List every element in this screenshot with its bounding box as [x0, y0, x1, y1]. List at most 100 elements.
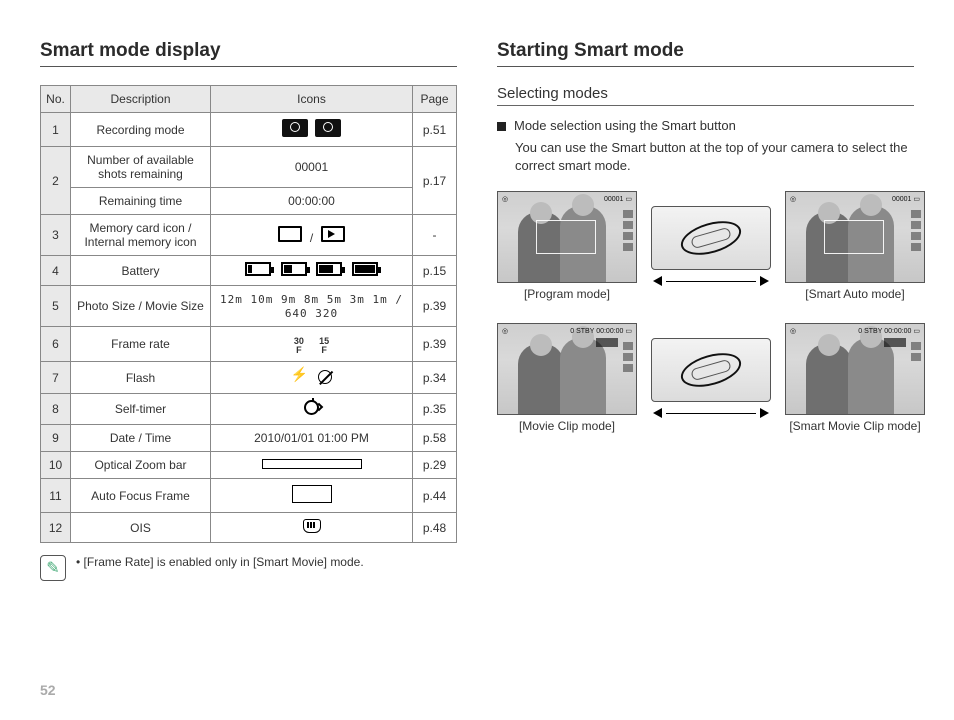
note-row: ✎ • [Frame Rate] is enabled only in [Sma…: [40, 555, 457, 581]
subheading-selecting-modes: Selecting modes: [497, 85, 914, 106]
cell-desc: Memory card icon / Internal memory icon: [71, 215, 211, 256]
self-timer-icon: [304, 400, 319, 415]
cell-desc: Photo Size / Movie Size: [71, 286, 211, 327]
table-row: 2 Number of available shots remaining 00…: [41, 147, 457, 188]
thumbnail-program-mode: ◎00001 ▭: [497, 191, 637, 283]
note-icon: ✎: [40, 555, 66, 581]
table-row: 8 Self-timer p.35: [41, 394, 457, 425]
battery-half-icon: [281, 262, 307, 276]
table-row: 1 Recording mode p.51: [41, 113, 457, 147]
heading-smart-mode-display: Smart mode display: [40, 40, 457, 67]
table-row: 9 Date / Time 2010/01/01 01:00 PM p.58: [41, 425, 457, 452]
framerate-30-icon: 30F: [294, 337, 304, 355]
smart-button-illustration: [651, 206, 771, 270]
cell-desc: Remaining time: [71, 188, 211, 215]
internal-memory-icon: [321, 226, 345, 242]
cell-icons: [211, 452, 413, 479]
cell-page: p.34: [413, 362, 457, 394]
cell-icons: 30F 15F: [211, 327, 413, 362]
ois-icon: [303, 519, 321, 533]
double-arrow-icon: [653, 276, 769, 286]
cell-desc: Date / Time: [71, 425, 211, 452]
cell-desc: OIS: [71, 513, 211, 543]
cell-page: p.51: [413, 113, 457, 147]
cell-no: 7: [41, 362, 71, 394]
th-page: Page: [413, 86, 457, 113]
cell-desc: Battery: [71, 256, 211, 286]
table-row: 12 OIS p.48: [41, 513, 457, 543]
cell-no: 11: [41, 479, 71, 513]
cell-icons: 00001: [211, 147, 413, 188]
battery-high-icon: [316, 262, 342, 276]
page-number: 52: [40, 682, 56, 698]
th-no: No.: [41, 86, 71, 113]
photo-size-icons: 12m 10m 9m 8m 5m 3m 1m / 640 320: [220, 293, 403, 320]
cell-page: p.39: [413, 327, 457, 362]
cell-page: p.39: [413, 286, 457, 327]
cell-no: 3: [41, 215, 71, 256]
cell-no: 6: [41, 327, 71, 362]
cell-no: 5: [41, 286, 71, 327]
memory-card-icon: [278, 226, 302, 242]
cell-desc: Recording mode: [71, 113, 211, 147]
table-row: 10 Optical Zoom bar p.29: [41, 452, 457, 479]
battery-full-icon: [352, 262, 378, 276]
cell-icons: [211, 513, 413, 543]
mode-row-2: ◎0 STBY 00:00:00 ▭ [Movie Clip mode]: [497, 323, 914, 433]
paragraph-smart-button: You can use the Smart button at the top …: [515, 139, 914, 175]
cell-icons: 00:00:00: [211, 188, 413, 215]
cell-no: 9: [41, 425, 71, 452]
camera-smart-icon: [282, 119, 308, 137]
cell-desc: Optical Zoom bar: [71, 452, 211, 479]
cell-desc: Number of available shots remaining: [71, 147, 211, 188]
smart-button-illustration: [651, 338, 771, 402]
battery-low-icon: [245, 262, 271, 276]
mode-row-1: ◎00001 ▭ [Program mode]: [497, 191, 914, 301]
framerate-15-icon: 15F: [319, 337, 329, 355]
cell-page: p.48: [413, 513, 457, 543]
cell-no: 8: [41, 394, 71, 425]
thumbnail-smart-auto-mode: ◎00001 ▭: [785, 191, 925, 283]
caption-program-mode: [Program mode]: [524, 287, 610, 301]
cell-page: p.44: [413, 479, 457, 513]
cell-no: 1: [41, 113, 71, 147]
af-frame-icon: [292, 485, 332, 503]
cell-icons: [211, 256, 413, 286]
thumbnail-smart-movie-clip-mode: ◎0 STBY 00:00:00 ▭: [785, 323, 925, 415]
cell-no: 2: [41, 147, 71, 215]
table-row: Remaining time 00:00:00: [41, 188, 457, 215]
square-bullet-icon: [497, 122, 506, 131]
cell-icons: 12m 10m 9m 8m 5m 3m 1m / 640 320: [211, 286, 413, 327]
cell-desc: Flash: [71, 362, 211, 394]
table-row: 7 Flash p.34: [41, 362, 457, 394]
zoom-bar-icon: [262, 459, 362, 469]
table-row: 4 Battery p.15: [41, 256, 457, 286]
note-text: [Frame Rate] is enabled only in [Smart M…: [84, 555, 364, 569]
table-row: 5 Photo Size / Movie Size 12m 10m 9m 8m …: [41, 286, 457, 327]
cell-desc: Auto Focus Frame: [71, 479, 211, 513]
caption-smart-auto-mode: [Smart Auto mode]: [805, 287, 904, 301]
cell-page: p.29: [413, 452, 457, 479]
table-row: 11 Auto Focus Frame p.44: [41, 479, 457, 513]
flash-icon: [291, 368, 307, 384]
cell-no: 12: [41, 513, 71, 543]
table-row: 6 Frame rate 30F 15F p.39: [41, 327, 457, 362]
bullet-icon: •: [76, 555, 80, 569]
caption-movie-clip-mode: [Movie Clip mode]: [519, 419, 615, 433]
cell-icons: [211, 479, 413, 513]
thumbnail-movie-clip-mode: ◎0 STBY 00:00:00 ▭: [497, 323, 637, 415]
bullet-text: Mode selection using the Smart button: [514, 118, 736, 133]
cell-page: p.15: [413, 256, 457, 286]
cell-no: 4: [41, 256, 71, 286]
th-desc: Description: [71, 86, 211, 113]
cell-page: p.58: [413, 425, 457, 452]
cell-icons: /: [211, 215, 413, 256]
caption-smart-movie-clip-mode: [Smart Movie Clip mode]: [789, 419, 920, 433]
cell-page: p.35: [413, 394, 457, 425]
flash-off-icon: [318, 370, 332, 384]
cell-no: 10: [41, 452, 71, 479]
table-row: 3 Memory card icon / Internal memory ico…: [41, 215, 457, 256]
cell-icons: 2010/01/01 01:00 PM: [211, 425, 413, 452]
cell-desc: Self-timer: [71, 394, 211, 425]
cell-icons: [211, 362, 413, 394]
